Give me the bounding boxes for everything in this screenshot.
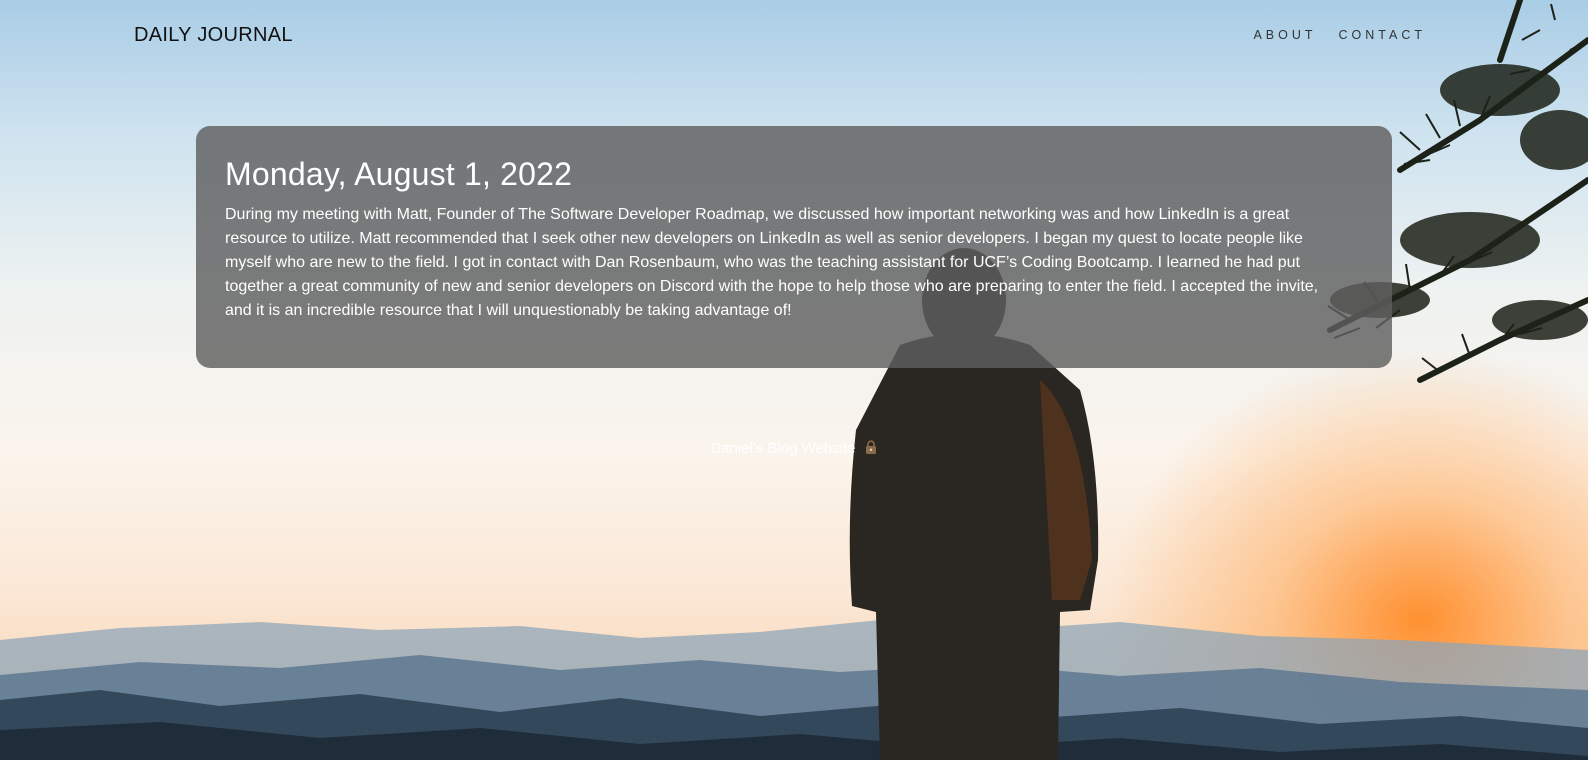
main-nav: ABOUT CONTACT (1253, 28, 1426, 42)
nav-link-contact[interactable]: CONTACT (1339, 28, 1427, 42)
post-date-title: Monday, August 1, 2022 (225, 156, 573, 192)
brand-logo-link[interactable]: DAILY JOURNAL (134, 24, 293, 47)
lock-icon (865, 440, 876, 454)
landscape-illustration (0, 0, 1588, 760)
nav-link-about[interactable]: ABOUT (1253, 28, 1316, 42)
background-photo (0, 0, 1588, 760)
post-body: During my meeting with Matt, Founder of … (225, 206, 1319, 319)
footer-text: Daniel's Blog Website (710, 440, 856, 457)
journal-post-card: Monday, August 1, 2022 During my meeting… (196, 126, 1392, 368)
site-footer: Daniel's Blog Website (0, 440, 1588, 457)
